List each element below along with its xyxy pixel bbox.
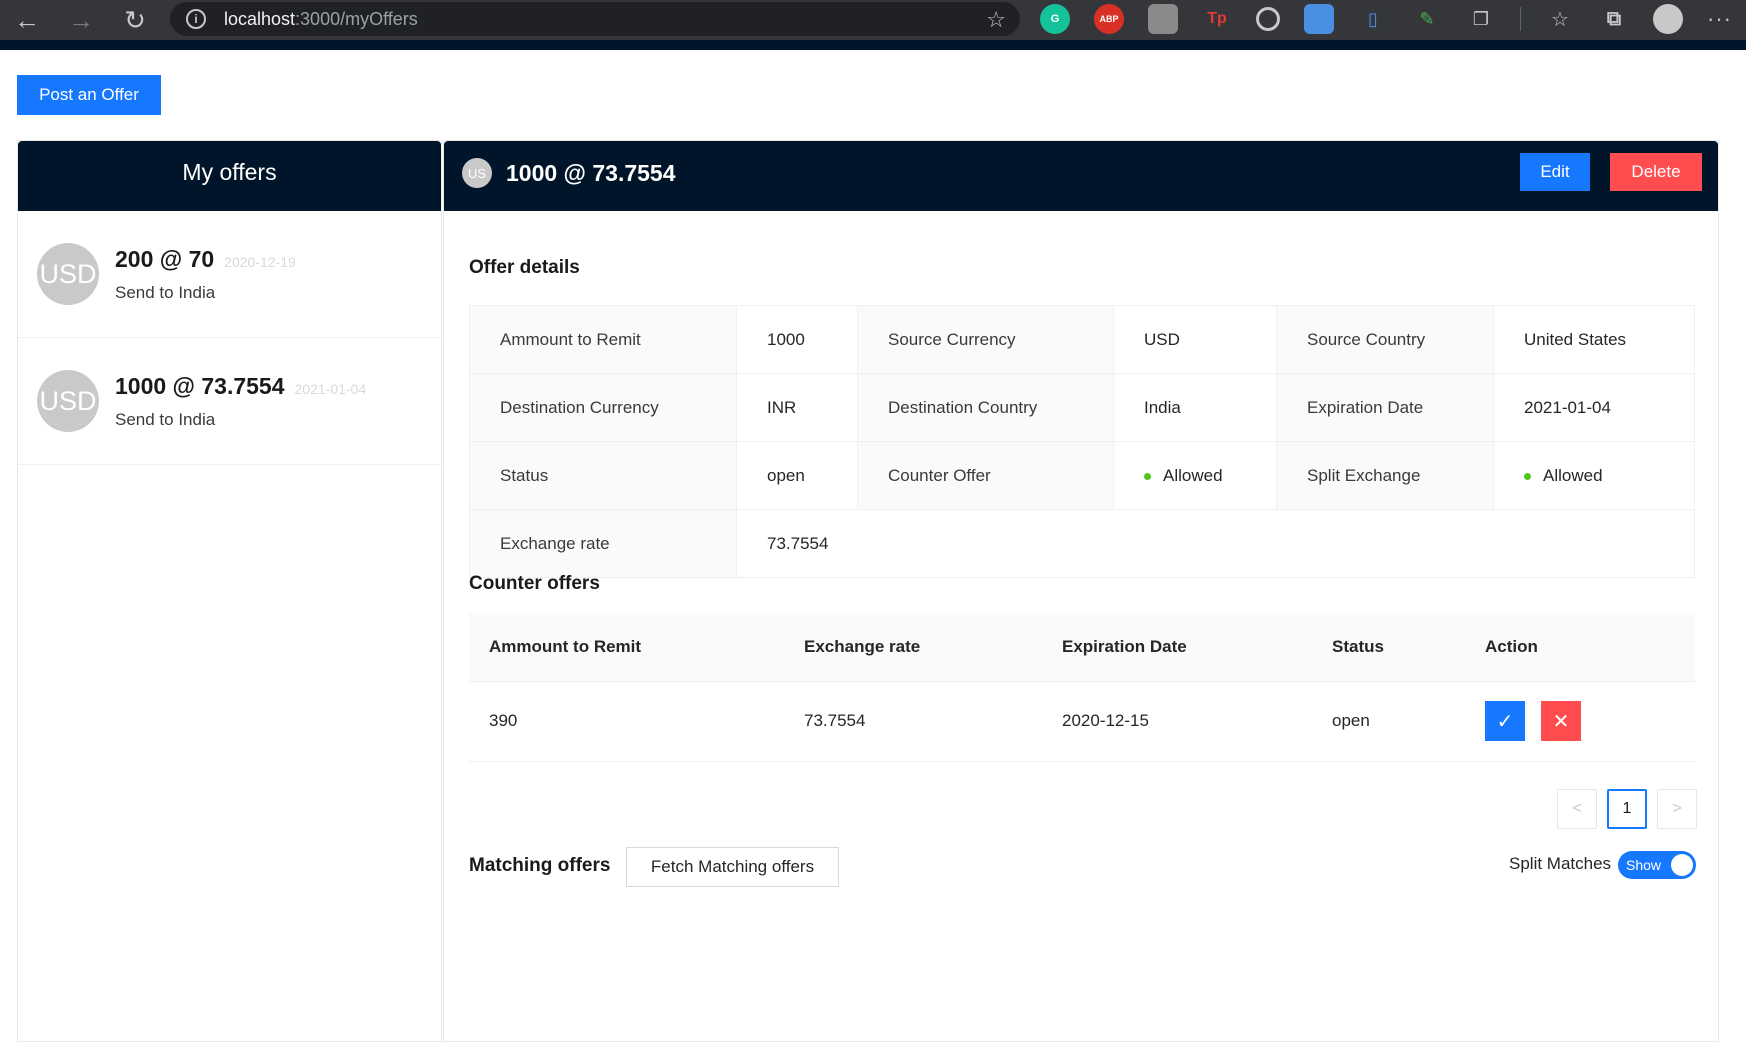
split-exchange-text: Allowed: [1543, 465, 1603, 485]
bookmark-star-icon[interactable]: ☆: [986, 7, 1006, 33]
offer-avatar: USD: [37, 370, 99, 432]
counter-offer-value: Allowed: [1113, 441, 1277, 510]
expiration-label: Expiration Date: [1276, 373, 1494, 442]
favorites-icon[interactable]: ☆: [1545, 4, 1575, 34]
exchange-rate-label: Exchange rate: [469, 509, 737, 578]
offer-detail-title: 1000 @ 73.7554: [506, 159, 676, 186]
column-header: Status: [1312, 613, 1465, 682]
browser-toolbar: ← → ↻ i localhost:3000/myOffers ☆ G ABP …: [0, 0, 1746, 40]
counter-offers-table: Ammount to Remit Exchange rate Expiratio…: [469, 613, 1695, 762]
split-matches-label: Split Matches: [1509, 854, 1612, 873]
status-label: Status: [469, 441, 737, 510]
offer-title: 1000 @ 73.7554: [115, 372, 285, 399]
status-value: open: [736, 441, 858, 510]
accept-check-icon[interactable]: ✓: [1485, 701, 1525, 741]
source-country-label: Source Country: [1276, 305, 1494, 374]
collections-icon[interactable]: ⧉: [1599, 4, 1629, 34]
my-offers-panel: My offers USD 200 @ 70 2020-12-19 Send to…: [17, 140, 442, 1042]
grammarly-icon[interactable]: G: [1040, 4, 1070, 34]
source-currency-label: Source Currency: [857, 305, 1114, 374]
status-dot-icon: [1524, 472, 1531, 480]
next-page-button[interactable]: >: [1657, 789, 1697, 829]
profile-avatar[interactable]: [1653, 4, 1683, 34]
offer-detail-panel: US 1000 @ 73.7554 Edit Delete Offer deta…: [443, 140, 1719, 1042]
pen-icon[interactable]: ✎: [1412, 4, 1442, 34]
url-path: :3000/myOffers: [295, 8, 418, 29]
offer-list-item[interactable]: USD 1000 @ 73.7554 2021-01-04 Send to Ind…: [18, 338, 441, 465]
reader-icon[interactable]: [1148, 4, 1178, 34]
fetch-matching-button[interactable]: Fetch Matching offers: [626, 847, 839, 887]
column-header: Ammount to Remit: [469, 613, 784, 682]
my-offers-title: My offers: [18, 141, 441, 211]
toggle-knob: [1671, 854, 1693, 876]
counter-offer-text: Allowed: [1163, 465, 1223, 485]
edit-button[interactable]: Edit: [1520, 153, 1590, 191]
status-dot-icon: [1144, 472, 1151, 480]
adblock-icon[interactable]: ABP: [1094, 4, 1124, 34]
more-menu-icon[interactable]: ···: [1707, 6, 1732, 32]
source-currency-value: USD: [1113, 305, 1277, 374]
counter-status: open: [1312, 681, 1465, 762]
split-exchange-value: Allowed: [1493, 441, 1695, 510]
offer-avatar: USD: [37, 243, 99, 305]
page-number-button[interactable]: 1: [1607, 789, 1647, 829]
address-bar[interactable]: i localhost:3000/myOffers ☆: [170, 2, 1020, 36]
matching-offers-heading: Matching offers: [469, 855, 611, 876]
counter-offers-heading: Counter offers: [469, 573, 600, 594]
forward-arrow-icon[interactable]: →: [54, 0, 108, 40]
toolbar-divider: [1520, 7, 1521, 31]
screenshot-icon[interactable]: [1304, 4, 1334, 34]
dest-currency-value: INR: [736, 373, 858, 442]
offer-date: 2020-12-19: [224, 253, 296, 270]
back-arrow-icon[interactable]: ←: [0, 0, 54, 40]
table-row: 390 73.7554 2020-12-15 open ✓ ✕: [469, 681, 1695, 762]
dest-currency-label: Destination Currency: [469, 373, 737, 442]
reload-icon[interactable]: ↻: [108, 0, 162, 40]
prev-page-button[interactable]: <: [1557, 789, 1597, 829]
counter-amount: 390: [469, 681, 784, 762]
dest-country-value: India: [1113, 373, 1277, 442]
url-host: localhost: [224, 8, 296, 29]
info-icon[interactable]: i: [186, 9, 206, 29]
amount-value: 1000: [736, 305, 858, 374]
offer-subtitle: Send to India: [115, 282, 216, 302]
split-matches-toggle[interactable]: Show: [1618, 851, 1696, 879]
offer-details-heading: Offer details: [469, 257, 580, 278]
expiration-value: 2021-01-04: [1493, 373, 1695, 442]
offer-currency-avatar: US: [462, 158, 492, 188]
target-icon[interactable]: [1256, 7, 1280, 31]
copy-icon[interactable]: ❐: [1466, 4, 1496, 34]
dest-country-label: Destination Country: [857, 373, 1114, 442]
post-offer-button[interactable]: Post an Offer: [17, 75, 161, 115]
clip-icon[interactable]: ▯: [1358, 4, 1388, 34]
counter-rate: 73.7554: [784, 681, 1042, 762]
delete-button[interactable]: Delete: [1610, 153, 1702, 191]
amount-label: Ammount to Remit: [469, 305, 737, 374]
app-header-stripe: [0, 40, 1746, 50]
column-header: Expiration Date: [1042, 613, 1312, 682]
offer-details-table: Ammount to Remit 1000 Source Currency US…: [469, 305, 1695, 578]
toggle-text: Show: [1626, 857, 1662, 873]
page-content: Post an Offer My offers USD 200 @ 70 2020…: [0, 50, 1746, 1042]
offer-list-item[interactable]: USD 200 @ 70 2020-12-19 Send to India: [18, 211, 441, 338]
split-exchange-label: Split Exchange: [1276, 441, 1494, 510]
offer-date: 2021-01-04: [294, 380, 367, 397]
source-country-value: United States: [1493, 305, 1695, 374]
counter-actions: ✓ ✕: [1465, 681, 1695, 762]
pagination: < 1 >: [1547, 789, 1697, 829]
column-header: Exchange rate: [784, 613, 1042, 682]
counter-offer-label: Counter Offer: [857, 441, 1114, 510]
counter-expiration: 2020-12-15: [1042, 681, 1312, 762]
offer-detail-header: US 1000 @ 73.7554 Edit Delete: [444, 141, 1718, 211]
exchange-rate-value: 73.7554: [736, 509, 1695, 578]
reject-close-icon[interactable]: ✕: [1541, 701, 1581, 741]
column-header: Action: [1465, 613, 1695, 682]
offer-subtitle: Send to India: [115, 409, 216, 429]
offer-title: 200 @ 70: [115, 245, 215, 272]
tp-icon[interactable]: Tp: [1202, 4, 1232, 34]
